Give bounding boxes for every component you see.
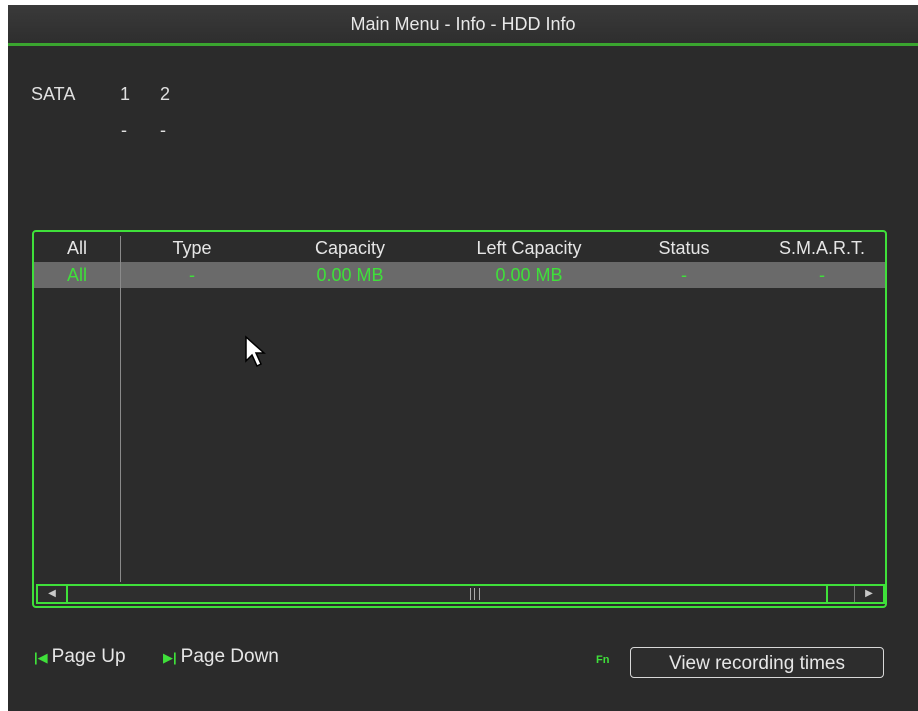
table-row[interactable]: All - 0.00 MB 0.00 MB - - <box>34 262 885 288</box>
hdd-table: All Type Capacity Left Capacity Status S… <box>32 230 887 608</box>
header-status[interactable]: Status <box>644 235 724 261</box>
page-up-button[interactable]: |◀ Page Up <box>34 646 126 668</box>
page-down-icon: ▶| <box>163 650 177 665</box>
cell-capacity: 0.00 MB <box>316 265 384 285</box>
page-up-label: Page Up <box>51 646 126 667</box>
cell-left-capacity: 0.00 MB <box>495 265 563 285</box>
sata-port-1: 1 <box>120 84 131 104</box>
window-title: Main Menu - Info - HDD Info <box>8 5 918 46</box>
page-up-icon: |◀ <box>34 650 48 665</box>
mouse-cursor-icon <box>245 335 266 368</box>
sata-port-1-status: - <box>121 120 127 140</box>
page-down-button[interactable]: ▶| Page Down <box>163 646 279 668</box>
header-capacity[interactable]: Capacity <box>290 235 410 261</box>
scroll-right-icon[interactable]: ▶ <box>854 586 883 602</box>
column-divider <box>120 236 121 582</box>
scrollbar-grip-icon <box>470 588 480 600</box>
view-recording-times-button[interactable]: View recording times <box>630 647 884 678</box>
cell-type: - <box>189 265 195 285</box>
sata-port-2: 2 <box>160 84 171 104</box>
scrollbar-thumb[interactable] <box>68 586 828 602</box>
sata-label: SATA <box>31 84 76 104</box>
sata-port-2-status: - <box>160 120 166 140</box>
table-header: All Type Capacity Left Capacity Status S… <box>34 235 885 261</box>
scroll-left-icon[interactable]: ◀ <box>38 586 68 602</box>
cell-smart: - <box>819 265 825 285</box>
cell-status: - <box>681 265 687 285</box>
header-left-capacity[interactable]: Left Capacity <box>454 235 604 261</box>
header-all[interactable]: All <box>34 235 120 261</box>
header-smart[interactable]: S.M.A.R.T. <box>759 235 885 261</box>
page-down-label: Page Down <box>180 646 279 667</box>
header-type[interactable]: Type <box>134 235 250 261</box>
cell-all: All <box>66 265 87 285</box>
fn-key-label: Fn <box>596 654 610 666</box>
horizontal-scrollbar[interactable]: ◀ ▶ <box>36 584 885 604</box>
